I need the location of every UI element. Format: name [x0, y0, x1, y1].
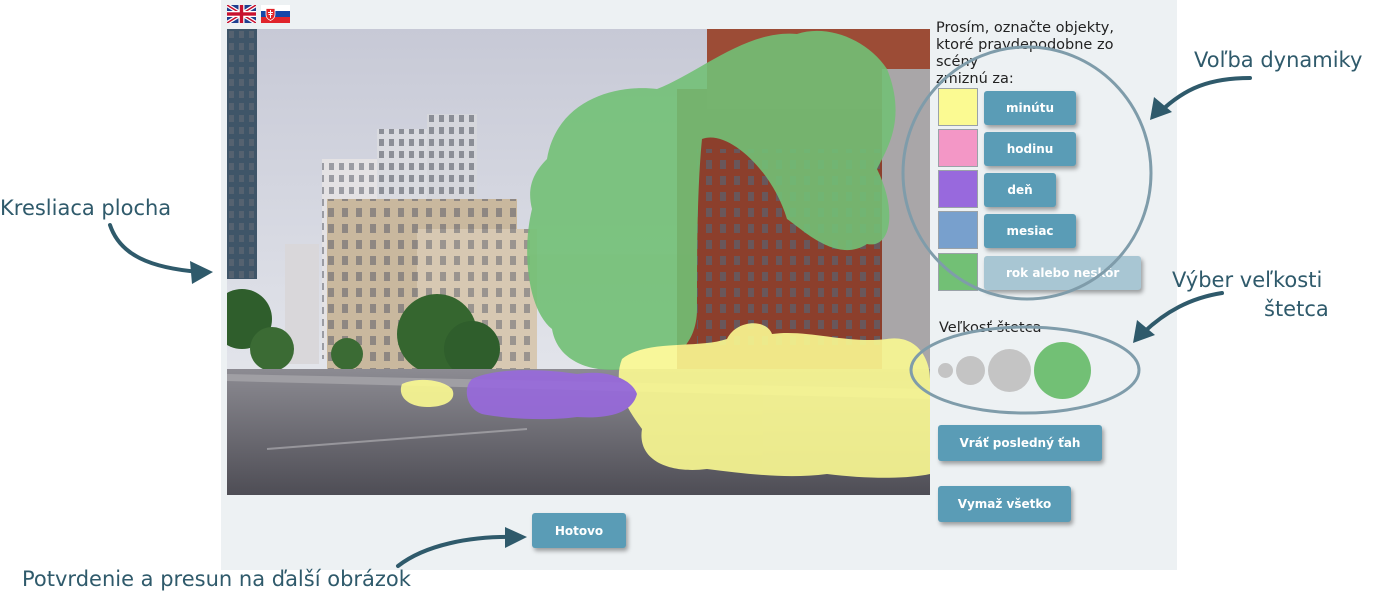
annotation-dynamics-label: Voľba dynamiky — [1194, 48, 1363, 72]
annotation-canvas-label: Kresliaca plocha — [0, 196, 172, 220]
annotation-brush-label-2: štetca — [1264, 297, 1329, 321]
annotation-overlay — [108, 45, 1252, 568]
annotation-confirm-label: Potvrdenie a presun na ďalší obrázok — [22, 567, 411, 591]
annotation-brush-label-1: Výber veľkosti — [1172, 268, 1323, 292]
